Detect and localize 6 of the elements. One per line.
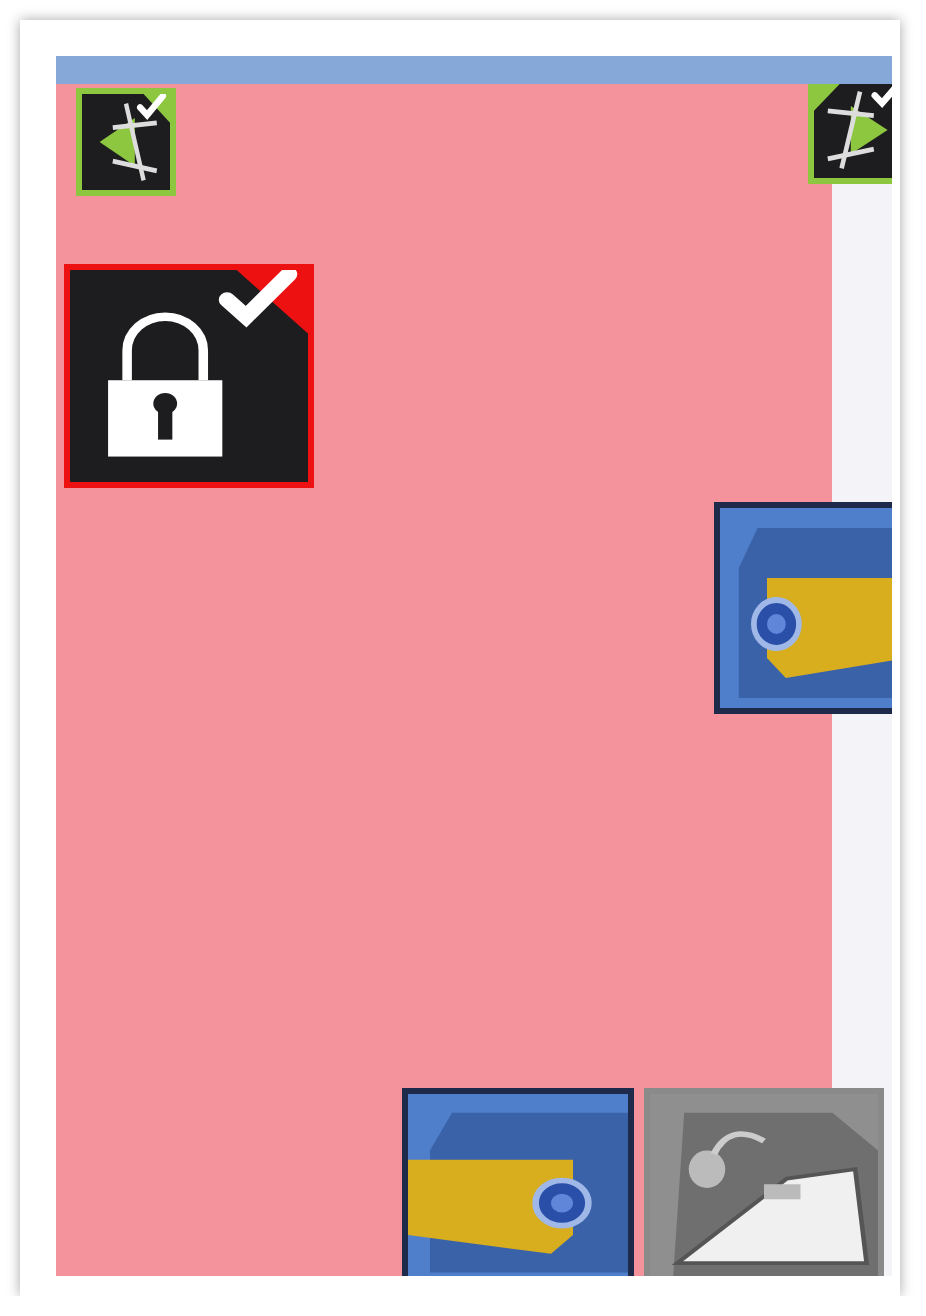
camera-device-tile[interactable]: [714, 502, 892, 714]
sensor-device-tile[interactable]: [808, 84, 892, 184]
sensor-device-tile[interactable]: [76, 88, 176, 196]
camera-device-tile[interactable]: [402, 1088, 634, 1276]
intercom-device-tile[interactable]: [644, 1088, 884, 1276]
lock-device-tile[interactable]: [64, 264, 314, 488]
